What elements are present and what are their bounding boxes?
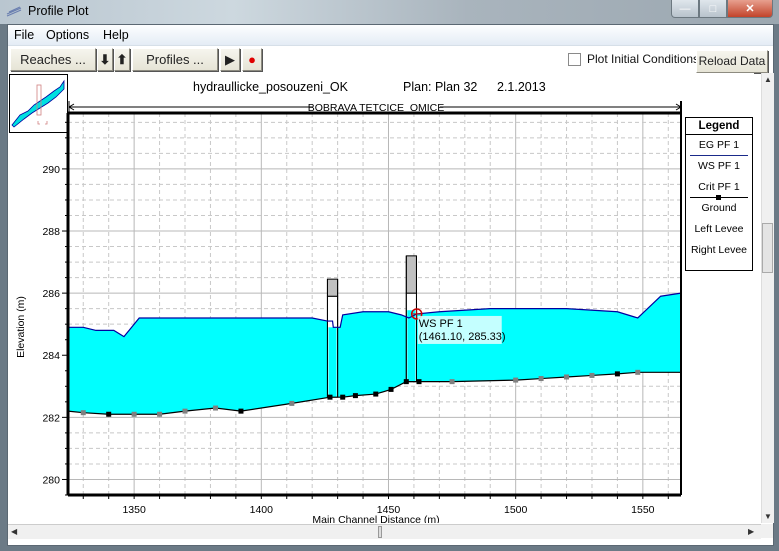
y-tick-label: 290 — [42, 164, 60, 176]
legend-item-ws: WS PF 1 — [697, 160, 740, 172]
scroll-corner — [761, 524, 773, 538]
checkbox-box[interactable] — [568, 52, 581, 66]
profiles-button[interactable]: Profiles ... — [132, 48, 218, 71]
app-icon — [6, 6, 22, 17]
record-button[interactable]: ● — [242, 48, 262, 71]
ground-point-marker — [388, 386, 394, 392]
ground-point-marker — [340, 394, 346, 400]
ground-point-marker — [538, 376, 544, 382]
menu-file[interactable]: File — [14, 28, 34, 42]
x-tick-label: 1350 — [122, 504, 146, 516]
ground-point-marker — [327, 394, 333, 400]
ground-point-marker — [373, 391, 379, 397]
minimize-button[interactable]: — — [671, 0, 699, 18]
x-tick-label: 1400 — [250, 504, 274, 516]
ground-point-marker — [213, 405, 219, 411]
ground-point-marker — [403, 379, 409, 385]
legend-item-left-levee: Left Levee — [694, 223, 744, 235]
ground-point-marker — [157, 411, 163, 417]
x-axis-label: Main Channel Distance (m) — [312, 514, 439, 523]
close-button[interactable]: ✕ — [727, 0, 773, 18]
ground-point-marker — [182, 408, 188, 414]
window-title: Profile Plot — [28, 4, 89, 18]
profile-chart: hydraullicke_posouzeni_OK Plan: Plan 32 … — [15, 80, 682, 523]
record-icon: ● — [248, 52, 256, 67]
close-icon: ✕ — [745, 3, 755, 15]
chart-date: 2.1.2013 — [497, 80, 546, 94]
scroll-up-icon[interactable]: ▲ — [764, 75, 772, 84]
x-tick-label: 1550 — [631, 504, 655, 516]
ground-point-marker — [635, 369, 641, 375]
ground-point-marker — [106, 411, 112, 417]
ground-point-marker — [80, 410, 86, 416]
reload-data-button[interactable]: Reload Data — [696, 50, 768, 73]
x-tick-label: 1500 — [504, 504, 528, 516]
tooltip-series-label: WS PF 1 — [419, 318, 463, 330]
plot-initial-conditions-checkbox[interactable]: Plot Initial Conditions — [568, 52, 699, 66]
legend-item-eg: EG PF 1 — [686, 135, 752, 156]
y-tick-label: 286 — [42, 288, 60, 300]
y-tick-label: 280 — [42, 474, 60, 486]
legend-item-ground: Ground — [701, 202, 737, 214]
ground-point-marker — [416, 379, 422, 385]
toolbar: Reaches ... ⬇ ⬆ Profiles ... ▶ ● Plot In… — [8, 46, 773, 73]
play-icon: ▶ — [225, 52, 235, 67]
ground-point-marker — [614, 371, 620, 377]
maximize-icon: □ — [709, 2, 717, 15]
scroll-left-icon[interactable]: ◀ — [11, 527, 17, 536]
window-frame: File Options Help Reaches ... ⬇ ⬆ Profil… — [7, 24, 774, 546]
ground-point-marker — [131, 411, 137, 417]
minimize-icon: — — [679, 2, 691, 15]
legend-item-crit: Crit PF 1 — [686, 177, 752, 200]
legend-title: Legend — [686, 118, 752, 135]
ground-point-marker — [513, 377, 519, 383]
bridge-water — [328, 327, 337, 398]
ground-point-marker — [238, 408, 244, 414]
ground-point-marker — [589, 372, 595, 378]
reaches-button[interactable]: Reaches ... — [10, 48, 96, 71]
y-tick-label: 282 — [42, 412, 60, 424]
ground-point-marker — [352, 393, 358, 399]
horizontal-scrollbar[interactable]: ◀ ▶ — [8, 524, 761, 539]
y-tick-label: 284 — [42, 350, 60, 362]
legend: Legend EG PF 1 WS PF 1 Crit PF 1 Ground … — [685, 117, 753, 271]
y-axis-label: Elevation (m) — [15, 296, 27, 358]
up-arrow-button[interactable]: ⬆ — [114, 48, 130, 71]
maximize-button[interactable]: □ — [699, 0, 727, 18]
horizontal-scroll-thumb[interactable] — [378, 526, 382, 538]
menu-help[interactable]: Help — [103, 28, 129, 42]
scroll-right-icon[interactable]: ▶ — [748, 527, 754, 536]
plot-initial-conditions-label: Plot Initial Conditions — [587, 52, 700, 66]
chart-area: hydraullicke_posouzeni_OK Plan: Plan 32 … — [8, 73, 754, 523]
bridge-deck — [405, 255, 417, 294]
legend-item-right-levee: Right Levee — [690, 244, 748, 256]
vertical-scrollbar[interactable]: ▲ ▼ — [761, 73, 774, 523]
plot-layer: WS PF 1(1461.10, 285.33) — [67, 255, 682, 417]
menu-options[interactable]: Options — [46, 28, 89, 42]
play-button[interactable]: ▶ — [220, 48, 240, 71]
down-arrow-button[interactable]: ⬇ — [97, 48, 113, 71]
title-bar: Profile Plot — □ ✕ — [0, 0, 779, 24]
ground-point-marker — [289, 400, 295, 406]
ground-point-marker — [449, 379, 455, 385]
tooltip-coords: (1461.10, 285.33) — [419, 331, 506, 343]
chart-project-title: hydraullicke_posouzeni_OK — [193, 80, 349, 94]
chart-plan-title: Plan: Plan 32 — [403, 80, 477, 94]
vertical-scroll-thumb[interactable] — [762, 223, 773, 273]
menu-bar: File Options Help — [8, 25, 773, 46]
grid — [68, 113, 681, 496]
y-tick-label: 288 — [42, 226, 60, 238]
bridge-water — [407, 310, 416, 382]
ground-point-marker — [564, 374, 570, 380]
bridge-deck — [326, 278, 339, 297]
scroll-down-icon[interactable]: ▼ — [764, 512, 772, 521]
